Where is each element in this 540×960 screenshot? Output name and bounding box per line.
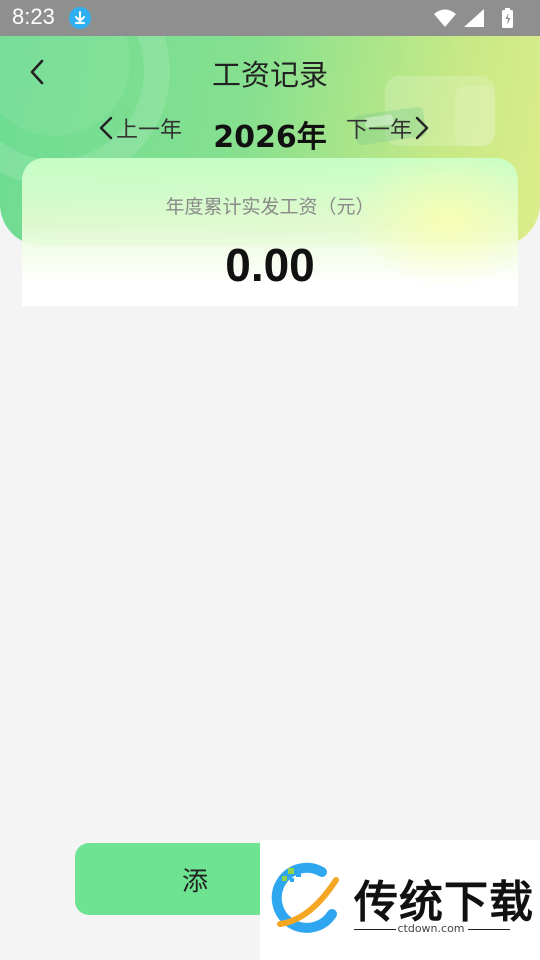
watermark-brand: 传统下载 bbox=[354, 877, 534, 928]
wifi-icon bbox=[434, 9, 456, 27]
download-icon bbox=[69, 7, 91, 29]
summary-label: 年度累计实发工资（元） bbox=[165, 196, 375, 218]
prev-year-button[interactable]: 上一年 bbox=[96, 112, 182, 144]
page-title: 工资记录 bbox=[211, 58, 328, 92]
next-year-button[interactable]: 下一年 bbox=[346, 112, 432, 144]
chevron-left-icon bbox=[99, 116, 113, 140]
watermark: 传统下载 ctdown.com bbox=[260, 840, 540, 960]
current-year: 2026年 bbox=[213, 120, 327, 155]
status-icons bbox=[434, 8, 513, 28]
status-bar: 8:23 bbox=[0, 0, 540, 36]
divider bbox=[468, 929, 510, 930]
next-year-label: 下一年 bbox=[346, 118, 413, 143]
watermark-logo-icon bbox=[271, 862, 339, 933]
chevron-right-icon bbox=[415, 116, 429, 140]
battery-icon bbox=[502, 8, 513, 28]
signal-icon bbox=[464, 9, 484, 27]
prev-year-label: 上一年 bbox=[116, 118, 183, 143]
add-record-label: 添 bbox=[181, 866, 208, 897]
year-navigation: 上一年 2026年 下一年 bbox=[0, 110, 540, 155]
status-time: 8:23 bbox=[12, 4, 55, 29]
annual-salary-card: 年度累计实发工资（元） 0.00 bbox=[22, 158, 518, 306]
summary-value: 0.00 bbox=[225, 239, 315, 291]
